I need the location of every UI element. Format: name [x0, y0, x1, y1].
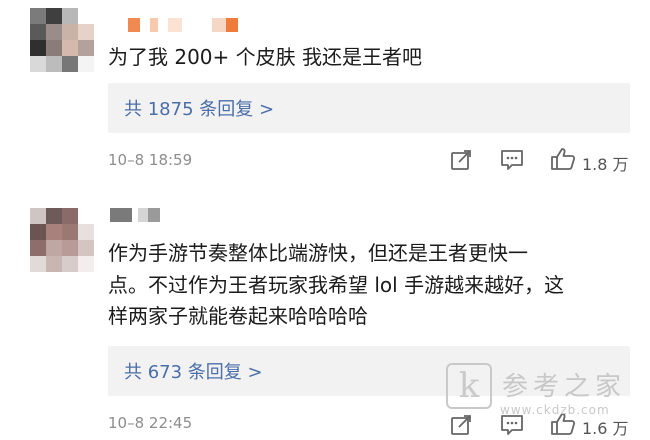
- watermark-text: 参考之家: [502, 372, 627, 402]
- username[interactable]: [128, 18, 238, 32]
- comment-text-line-1: 作为手游节奏整体比端游快，但还是王者更快一: [108, 241, 528, 265]
- comment-icon[interactable]: [500, 414, 524, 436]
- replies-count: 共 673 条回复 >: [124, 362, 263, 383]
- like-count: 1.8 万: [582, 155, 629, 174]
- watermark-url: www.ckdzb.com: [500, 403, 610, 417]
- comment-icon[interactable]: [500, 149, 524, 171]
- comment-text-line-2: 点。不过作为王者玩家我希望 lol 手游越来越好，这: [108, 273, 565, 297]
- comment-text: 为了我 200+ 个皮肤 我还是王者吧: [108, 45, 423, 69]
- watermark-logo-icon: k: [446, 363, 492, 409]
- share-icon[interactable]: [450, 149, 472, 171]
- username[interactable]: [110, 208, 160, 222]
- replies-link[interactable]: 共 1875 条回复 >: [108, 83, 630, 133]
- avatar[interactable]: [30, 208, 94, 272]
- like-count: 1.6 万: [582, 419, 629, 438]
- share-icon[interactable]: [450, 414, 472, 436]
- timestamp: 10–8 22:45: [108, 414, 193, 432]
- replies-count: 共 1875 条回复 >: [124, 99, 275, 120]
- timestamp: 10–8 18:59: [108, 151, 193, 169]
- avatar[interactable]: [30, 8, 94, 72]
- like-icon[interactable]: [550, 147, 576, 171]
- comment-text-line-3: 样两家子就能卷起来哈哈哈哈: [108, 304, 368, 328]
